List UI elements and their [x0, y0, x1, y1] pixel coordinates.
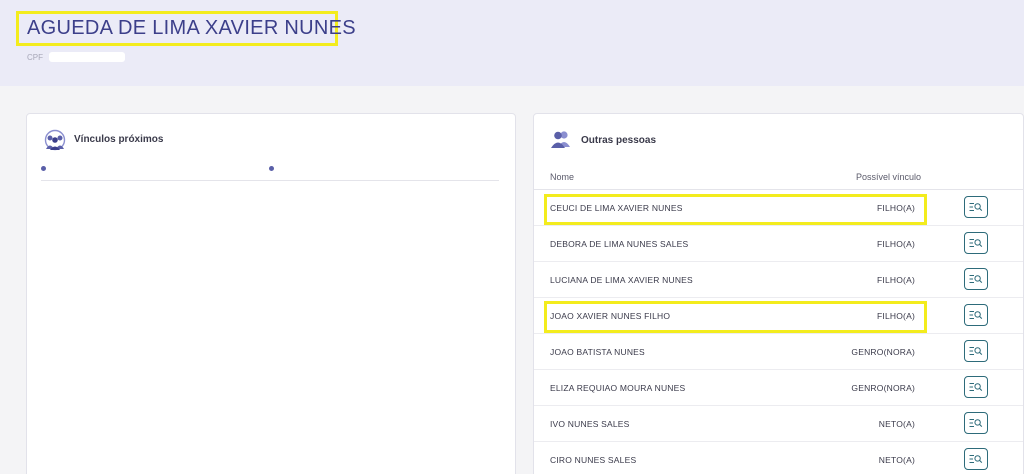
table-row: CIRO NUNES SALES NETO(A) [534, 442, 1023, 474]
highlight-box-row-1 [544, 194, 927, 225]
details-button[interactable] [964, 268, 988, 290]
details-button[interactable] [964, 448, 988, 470]
details-button[interactable] [964, 412, 988, 434]
list-search-icon [969, 419, 983, 427]
details-button[interactable] [964, 232, 988, 254]
table-row: JOAO BATISTA NUNES GENRO(NORA) [534, 334, 1023, 370]
details-button[interactable] [964, 196, 988, 218]
table-row: IVO NUNES SALES NETO(A) [534, 406, 1023, 442]
row-name: JOAO BATISTA NUNES [550, 347, 645, 357]
details-button[interactable] [964, 376, 988, 398]
row-name: DEBORA DE LIMA NUNES SALES [550, 239, 689, 249]
highlight-box-row-4 [544, 301, 927, 333]
column-header-nome[interactable]: Nome [550, 172, 574, 182]
list-search-icon [969, 275, 983, 283]
person-name: AGUEDA DE LIMA XAVIER NUNES [27, 17, 356, 39]
row-possivel-vinculo: GENRO(NORA) [851, 347, 915, 357]
outras-pessoas-title: Outras pessoas [581, 135, 657, 146]
table-row: DEBORA DE LIMA NUNES SALES FILHO(A) [534, 226, 1023, 262]
list-search-icon [969, 239, 983, 247]
row-possivel-vinculo: GENRO(NORA) [851, 383, 915, 393]
timeline-dot-right [269, 166, 274, 171]
list-search-icon [969, 311, 983, 319]
column-header-possivel-vinculo[interactable]: Possível vínculo [856, 172, 921, 182]
cpf-label: CPF [27, 53, 43, 62]
row-name: LUCIANA DE LIMA XAVIER NUNES [550, 275, 693, 285]
list-search-icon [969, 383, 983, 391]
people-circle-icon [43, 129, 67, 156]
row-possivel-vinculo: FILHO(A) [877, 239, 915, 249]
details-button[interactable] [964, 340, 988, 362]
row-name: ELIZA REQUIAO MOURA NUNES [550, 383, 686, 393]
cpf-redacted-value [49, 52, 125, 62]
row-possivel-vinculo: FILHO(A) [877, 275, 915, 285]
outras-pessoas-card: Outras pessoas Nome Possível vínculo CEU… [533, 113, 1024, 474]
list-search-icon [969, 455, 983, 463]
divider [41, 180, 499, 181]
vinculos-proximos-card: Vínculos próximos [26, 113, 516, 474]
row-possivel-vinculo: NETO(A) [878, 455, 915, 465]
details-button[interactable] [964, 304, 988, 326]
timeline-dot-left [41, 166, 46, 171]
list-search-icon [969, 203, 983, 211]
row-name: IVO NUNES SALES [550, 419, 630, 429]
row-name: CIRO NUNES SALES [550, 455, 637, 465]
people-icon [550, 130, 572, 153]
row-possivel-vinculo: NETO(A) [878, 419, 915, 429]
vinculos-proximos-title: Vínculos próximos [74, 134, 164, 145]
table-row: LUCIANA DE LIMA XAVIER NUNES FILHO(A) [534, 262, 1023, 298]
list-search-icon [969, 347, 983, 355]
table-row: ELIZA REQUIAO MOURA NUNES GENRO(NORA) [534, 370, 1023, 406]
